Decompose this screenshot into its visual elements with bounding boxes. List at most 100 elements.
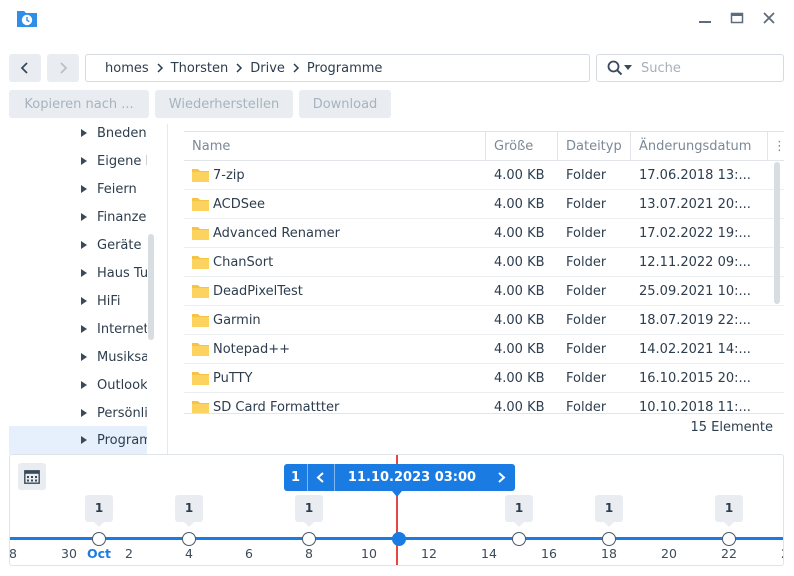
timeline[interactable]: 1 11.10.2023 03:00 1 1 1 1 1 1 8 30 Oct … <box>9 454 784 566</box>
table-row[interactable]: 7-zip 4.00 KB Folder 17.06.2018 13:... <box>184 161 784 190</box>
version-node[interactable] <box>512 532 526 546</box>
timeline-tick-label: 18 <box>601 546 617 561</box>
breadcrumb-item[interactable]: homes <box>105 61 149 76</box>
file-name: SD Card Formattter <box>213 400 340 413</box>
version-badge[interactable]: 1 <box>175 495 203 527</box>
tree-item[interactable]: Internet <box>9 315 147 343</box>
column-header-size[interactable]: Größe <box>486 132 558 161</box>
file-name: Notepad++ <box>213 342 291 357</box>
tree-item[interactable]: Geräte <box>9 231 147 259</box>
version-badge[interactable]: 1 <box>715 495 743 527</box>
version-badge[interactable]: 1 <box>505 495 533 527</box>
file-size: 4.00 KB <box>494 197 545 212</box>
tree-item[interactable]: Musiksammlung <box>9 343 147 371</box>
tree-item[interactable]: HiFi <box>9 287 147 315</box>
expand-arrow-icon[interactable] <box>81 269 87 277</box>
expand-arrow-icon[interactable] <box>81 297 87 305</box>
breadcrumb-item[interactable]: Drive <box>250 61 285 76</box>
tree-item-label: Programme <box>97 432 147 448</box>
tree-item-label: Geräte <box>97 237 142 253</box>
tree-item[interactable]: Outlook <box>9 371 147 399</box>
table-row[interactable]: Garmin 4.00 KB Folder 18.07.2019 22:... <box>184 306 784 335</box>
version-node[interactable] <box>602 532 616 546</box>
expand-arrow-icon[interactable] <box>81 353 87 361</box>
expand-arrow-icon[interactable] <box>81 241 87 249</box>
table-row[interactable]: SD Card Formattter 4.00 KB Folder 10.10.… <box>184 393 784 413</box>
tree-item[interactable]: Eigene Dateien <box>9 147 147 175</box>
back-button[interactable] <box>9 54 41 82</box>
version-badge[interactable]: 1 <box>85 495 113 527</box>
version-badge[interactable]: 1 <box>295 495 323 527</box>
search-box[interactable] <box>596 54 784 82</box>
chevron-down-icon[interactable] <box>624 65 632 71</box>
version-node[interactable] <box>302 532 316 546</box>
timeline-tick-label: 22 <box>721 546 737 561</box>
column-header-name[interactable]: Name <box>184 132 486 161</box>
file-modified: 10.10.2018 11:... <box>639 400 751 413</box>
version-node[interactable] <box>92 532 106 546</box>
tree-item[interactable]: Bneden <box>9 124 147 147</box>
file-modified: 16.10.2015 20:... <box>639 371 751 386</box>
tree-item-selected[interactable]: Programme <box>9 426 147 454</box>
tree-scrollbar[interactable] <box>148 234 154 340</box>
pane-divider[interactable] <box>167 124 168 454</box>
expand-arrow-icon[interactable] <box>81 157 87 165</box>
table-row[interactable]: ChanSort 4.00 KB Folder 12.11.2022 09:..… <box>184 248 784 277</box>
table-row[interactable]: Advanced Renamer 4.00 KB Folder 17.02.20… <box>184 219 784 248</box>
folder-icon <box>192 169 209 182</box>
search-input[interactable] <box>641 60 781 76</box>
close-icon[interactable] <box>759 9 779 27</box>
file-modified: 14.02.2021 14:... <box>639 342 751 357</box>
tree-item-label: Musiksammlung <box>97 349 147 365</box>
calendar-button[interactable] <box>18 463 46 490</box>
timeline-tick-label: 30 <box>61 546 77 561</box>
minimize-icon[interactable] <box>695 9 715 27</box>
tree-item[interactable]: Haus Tuning <box>9 259 147 287</box>
table-row[interactable]: ACDSee 4.00 KB Folder 13.07.2021 20:... <box>184 190 784 219</box>
version-node-current[interactable] <box>392 532 406 546</box>
copy-to-button[interactable]: Kopieren nach ... <box>9 90 149 118</box>
file-type: Folder <box>566 371 607 386</box>
file-modified: 25.09.2021 10:... <box>639 284 751 299</box>
expand-arrow-icon[interactable] <box>81 129 87 137</box>
tree-item[interactable]: Feiern <box>9 175 147 203</box>
expand-arrow-icon[interactable] <box>81 213 87 221</box>
file-size: 4.00 KB <box>494 313 545 328</box>
table-row[interactable]: PuTTY 4.00 KB Folder 16.10.2015 20:... <box>184 364 784 393</box>
breadcrumb[interactable]: homes Thorsten Drive Programme <box>85 54 590 82</box>
version-badge[interactable]: 1 <box>595 495 623 527</box>
version-node[interactable] <box>182 532 196 546</box>
column-header-modified[interactable]: Änderungsdatum <box>631 132 768 161</box>
expand-arrow-icon[interactable] <box>81 381 87 389</box>
tree-item[interactable]: Persönliches <box>9 399 147 427</box>
timeline-month-label: Oct <box>86 546 111 561</box>
version-node[interactable] <box>722 532 736 546</box>
chevron-right-icon[interactable] <box>494 470 508 485</box>
tree-item[interactable]: Finanzen <box>9 203 147 231</box>
download-button[interactable]: Download <box>299 90 391 118</box>
folder-icon <box>192 227 209 240</box>
breadcrumb-item[interactable]: Thorsten <box>171 61 229 76</box>
table-scrollbar[interactable] <box>774 162 780 304</box>
expand-arrow-icon[interactable] <box>81 325 87 333</box>
column-header-type[interactable]: Dateityp <box>558 132 631 161</box>
file-type: Folder <box>566 226 607 241</box>
timeline-tick-label: 20 <box>661 546 677 561</box>
file-name: ACDSee <box>213 197 265 212</box>
chevron-right-icon <box>60 62 68 74</box>
table-row[interactable]: Notepad++ 4.00 KB Folder 14.02.2021 14:.… <box>184 335 784 364</box>
breadcrumb-item[interactable]: Programme <box>307 61 383 76</box>
expand-arrow-icon[interactable] <box>81 409 87 417</box>
file-size: 4.00 KB <box>494 168 545 183</box>
timeline-tick-label: 16 <box>541 546 557 561</box>
column-menu-icon[interactable]: ⋮ <box>768 132 784 161</box>
restore-button[interactable]: Wiederherstellen <box>155 90 293 118</box>
expand-arrow-icon[interactable] <box>81 185 87 193</box>
chevron-left-icon[interactable] <box>314 470 328 485</box>
table-row[interactable]: DeadPixelTest 4.00 KB Folder 25.09.2021 … <box>184 277 784 306</box>
search-icon[interactable] <box>607 60 623 76</box>
forward-button[interactable] <box>47 54 79 82</box>
maximize-icon[interactable] <box>727 9 747 27</box>
table-header: Name Größe Dateityp Änderungsdatum ⋮ <box>184 131 784 161</box>
expand-arrow-icon[interactable] <box>81 436 87 444</box>
